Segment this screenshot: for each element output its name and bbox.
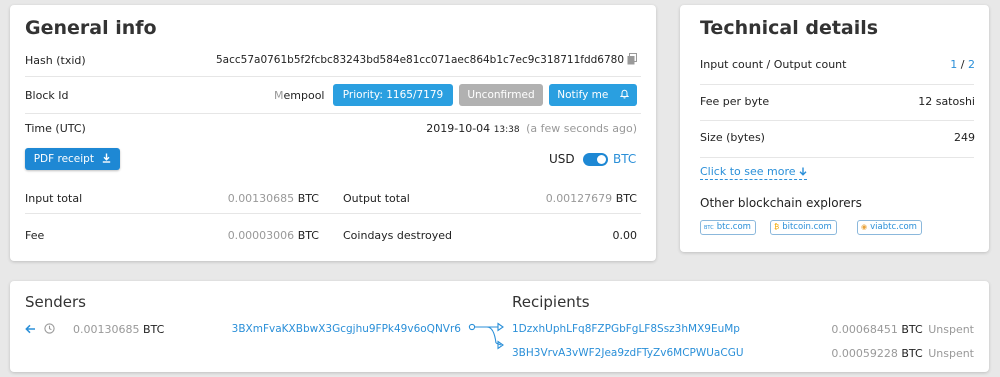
explorer-link-btc-com[interactable]: BTC btc.com: [700, 220, 756, 235]
sender-amount-unit: BTC: [143, 323, 165, 336]
arrow-down-icon: [799, 166, 807, 179]
input-total-unit: BTC: [297, 192, 319, 205]
sender-amount-value: 00130685: [83, 323, 140, 336]
mempool-rest: empool: [283, 89, 325, 102]
divider: [700, 84, 974, 85]
explorer-label: viabtc.com: [870, 222, 917, 232]
output-count-link[interactable]: 2: [968, 58, 975, 71]
viabtc-logo-icon: ◉: [861, 223, 868, 231]
input-total-prefix: 0.: [227, 192, 239, 205]
fee-label: Fee: [25, 229, 45, 242]
bell-icon: [619, 85, 629, 107]
recipient-status: Unspent: [928, 323, 974, 336]
hash-label: Hash (txid): [25, 54, 86, 67]
toggle-knob: [597, 155, 606, 164]
click-to-see-more-link[interactable]: Click to see more: [700, 165, 808, 180]
explorer-link-viabtc[interactable]: ◉ viabtc.com: [857, 220, 922, 235]
input-total-label: Input total: [25, 192, 83, 205]
sender-address-link[interactable]: 3BXmFvaKXBbwX3Gcgjhu9FPk49v6oQNVr6: [232, 323, 461, 335]
coindays-label: Coindays destroyed: [343, 229, 452, 242]
arrow-left-icon[interactable]: [25, 324, 36, 337]
hash-value: 5acc57a0761b5f2fcbc83243bd584e81cc071aec…: [215, 54, 624, 66]
divider: [25, 113, 641, 114]
output-total-value: 0.00127679 BTC: [546, 192, 637, 205]
recipient-amount-prefix: 0.: [831, 323, 842, 336]
explorer-link-bitcoin-com[interactable]: ₿ bitcoin.com: [770, 220, 837, 235]
senders-title: Senders: [25, 293, 86, 311]
recipient-address-link[interactable]: 3BH3VrvA3vWF2Jea9zdFTyZv6MCPWUaCGU: [512, 347, 744, 359]
fee-per-byte-label: Fee per byte: [700, 95, 770, 108]
general-info-title: General info: [25, 17, 157, 39]
input-total-amount: 00130685: [238, 192, 295, 205]
time-relative: (a few seconds ago): [526, 122, 637, 135]
explorer-label: bitcoin.com: [782, 222, 832, 232]
recipient-address-link[interactable]: 1DzxhUphLFq8FZPGbFgLF8Ssz3hMX9EuMp: [512, 323, 740, 335]
recipient-amount: 0.00059228 BTC Unspent: [831, 347, 974, 360]
recipient-amount-value: 00059228: [841, 347, 898, 360]
mempool-prefix: M: [274, 89, 284, 102]
unconfirmed-badge: Unconfirmed: [459, 84, 543, 106]
coindays-value: 0.00: [612, 229, 638, 242]
notify-me-button[interactable]: Notify me: [549, 84, 637, 106]
recipient-amount: 0.00068451 BTC Unspent: [831, 323, 974, 336]
output-total-unit: BTC: [615, 192, 637, 205]
time-label: Time (UTC): [25, 122, 86, 135]
technical-details-title: Technical details: [700, 17, 879, 39]
divider: [700, 157, 974, 158]
clock-icon: [44, 323, 55, 337]
senders-recipients-card: Senders Recipients 0.00130685 BTC 3BXmFv…: [10, 281, 989, 372]
divider: [25, 76, 641, 77]
output-total-label: Output total: [343, 192, 410, 205]
time-clock: 13:38: [493, 125, 520, 135]
io-count-label: Input count / Output count: [700, 58, 847, 71]
technical-details-card: Technical details Input count / Output c…: [680, 5, 989, 252]
time-date: 2019-10-04: [426, 122, 491, 135]
explorer-label: btc.com: [716, 222, 751, 232]
explorers-title: Other blockchain explorers: [700, 196, 862, 210]
size-label: Size (bytes): [700, 131, 765, 144]
btc-com-logo-icon: BTC: [704, 225, 714, 231]
output-total-prefix: 0.: [545, 192, 557, 205]
see-more-label: Click to see more: [700, 165, 796, 178]
pdf-receipt-button[interactable]: PDF receipt: [25, 148, 120, 170]
transaction-flow-icon: [468, 321, 508, 354]
currency-usd-label: USD: [549, 152, 575, 166]
bitcoin-com-logo-icon: ₿: [774, 223, 780, 231]
divider: [700, 120, 974, 121]
fee-unit: BTC: [297, 229, 319, 242]
recipients-title: Recipients: [512, 293, 590, 311]
general-info-card: General info Hash (txid) 5acc57a0761b5f2…: [10, 5, 656, 261]
fee-per-byte-value: 12 satoshi: [918, 95, 975, 108]
size-value: 249: [954, 131, 975, 144]
download-icon: [102, 149, 111, 171]
pdf-receipt-label: PDF receipt: [33, 153, 94, 165]
time-value: 2019-10-04 13:38 (a few seconds ago): [426, 122, 637, 135]
recipient-amount-unit: BTC: [901, 323, 923, 336]
recipient-amount-prefix: 0.: [831, 347, 842, 360]
recipient-amount-value: 00068451: [841, 323, 898, 336]
currency-toggle[interactable]: [583, 153, 608, 166]
input-total-value: 0.00130685 BTC: [228, 192, 319, 205]
output-total-amount: 00127679: [556, 192, 613, 205]
divider: [25, 213, 641, 214]
fee-amount: 00003006: [238, 229, 295, 242]
io-count-slash: /: [960, 58, 965, 71]
fee-prefix: 0.: [227, 229, 239, 242]
mempool-label: Mempool: [274, 89, 324, 102]
input-count-link[interactable]: 1: [950, 58, 957, 71]
recipient-amount-unit: BTC: [901, 347, 923, 360]
copy-icon[interactable]: [627, 53, 637, 68]
fee-value: 0.00003006 BTC: [228, 229, 319, 242]
recipient-status: Unspent: [928, 347, 974, 360]
currency-btc-label: BTC: [613, 152, 637, 166]
sender-amount-prefix: 0.: [73, 323, 84, 336]
sender-amount: 0.00130685 BTC: [73, 323, 164, 336]
priority-badge: Priority: 1165/7179: [333, 84, 453, 106]
notify-me-label: Notify me: [557, 89, 609, 101]
io-count-value: 1 / 2: [950, 58, 975, 71]
block-id-label: Block Id: [25, 89, 69, 102]
